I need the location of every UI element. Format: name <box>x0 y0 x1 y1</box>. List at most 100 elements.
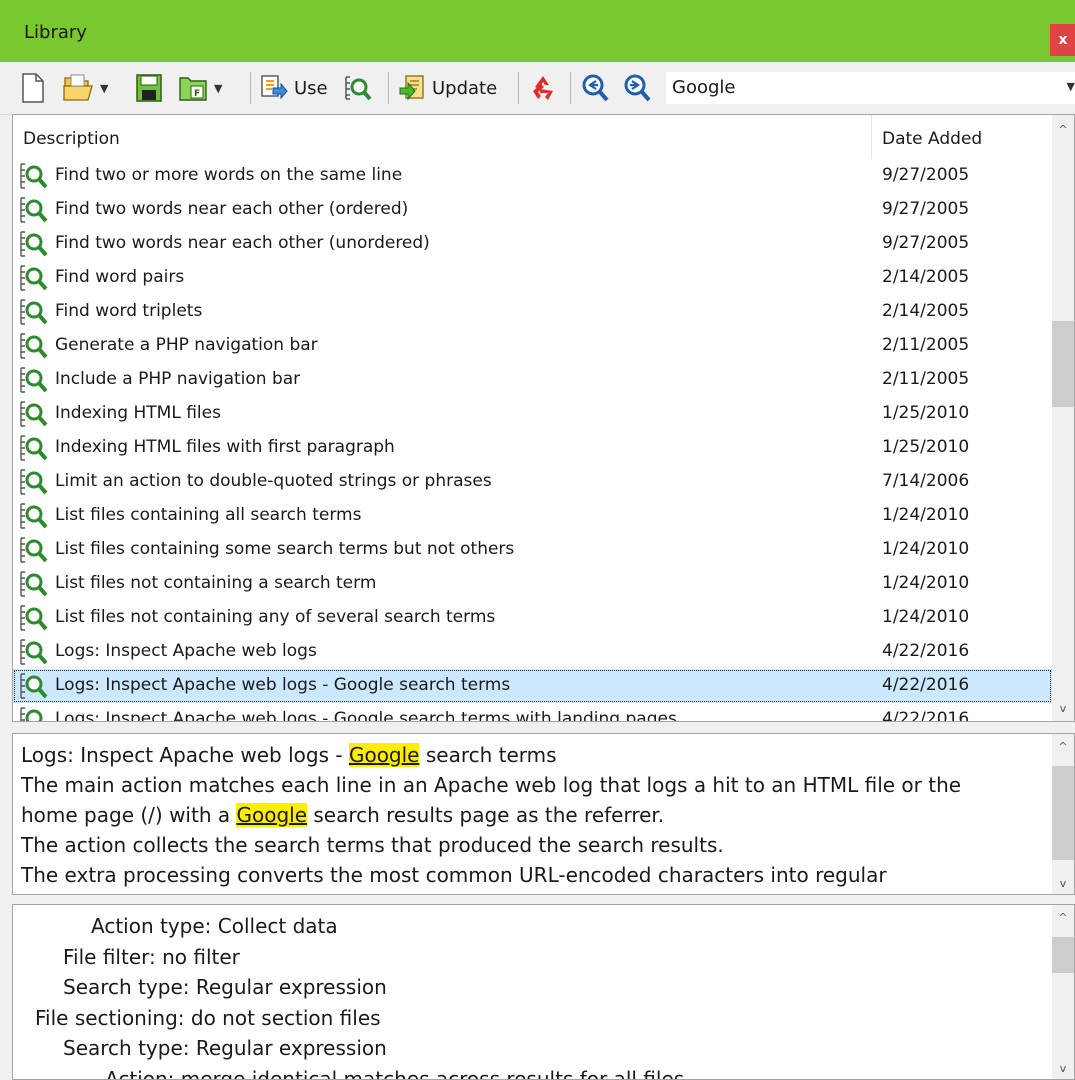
table-row[interactable]: List files not containing a search term 1… <box>13 567 1052 601</box>
scroll-down-icon[interactable]: v <box>1052 1062 1074 1075</box>
description-scroll-thumb[interactable] <box>1052 766 1074 860</box>
table-row[interactable]: Find word pairs 2/14/2005 <box>13 261 1052 295</box>
row-date-added: 2/11/2005 <box>882 369 970 389</box>
table-row[interactable]: Find word triplets 2/14/2005 <box>13 295 1052 329</box>
row-date-added: 9/27/2005 <box>882 165 970 185</box>
details-scrollbar[interactable]: ^ v <box>1052 905 1074 1079</box>
search-library-button[interactable] <box>344 72 372 104</box>
search-action-icon <box>19 604 49 636</box>
list-header: Description Date Added <box>13 115 1052 159</box>
save-filtered-dropdown-icon[interactable]: ▼ <box>214 82 222 95</box>
description-scrollbar[interactable]: ^ v <box>1052 734 1074 894</box>
search-action-icon <box>19 434 49 466</box>
search-dropdown-icon[interactable]: ▼ <box>1067 80 1075 93</box>
list-scrollbar[interactable]: ^ v <box>1052 115 1074 721</box>
details-text: Action type: Collect data File filter: n… <box>13 911 1044 1080</box>
table-row-selected[interactable]: Logs: Inspect Apache web logs - Google s… <box>13 669 1052 703</box>
table-row[interactable]: Include a PHP navigation bar 2/11/2005 <box>13 363 1052 397</box>
table-row[interactable]: Find two or more words on the same line 9… <box>13 159 1052 193</box>
row-description: List files containing all search terms <box>55 505 362 525</box>
recycle-icon <box>528 73 558 103</box>
toolbar-separator <box>518 72 519 104</box>
toolbar-separator <box>388 72 389 104</box>
save-filtered-icon: F <box>178 74 210 102</box>
search-action-icon <box>19 502 49 534</box>
search-action-icon <box>19 400 49 432</box>
detail-line: File sectioning: do not section files <box>35 1005 381 1030</box>
toolbar-separator <box>250 72 251 104</box>
detail-line: Search type: Regular expression <box>63 975 387 999</box>
search-action-icon <box>19 264 49 296</box>
details-scroll-thumb[interactable] <box>1052 937 1074 973</box>
row-date-added: 9/27/2005 <box>882 233 970 253</box>
search-input-value: Google <box>672 77 736 98</box>
row-description: Logs: Inspect Apache web logs - Google s… <box>55 709 677 722</box>
list-scroll-thumb[interactable] <box>1052 321 1074 407</box>
new-button[interactable] <box>22 72 44 104</box>
description-line: home page (/) with a Google search resul… <box>21 803 665 827</box>
row-description: Find two or more words on the same line <box>55 165 403 185</box>
save-button[interactable] <box>136 72 162 104</box>
search-action-icon <box>19 468 49 500</box>
scroll-up-icon[interactable]: ^ <box>1052 911 1074 924</box>
column-header-description[interactable]: Description <box>23 129 120 149</box>
row-date-added: 1/24/2010 <box>882 573 970 593</box>
search-input[interactable]: Google ▼ <box>666 72 1075 104</box>
row-description: List files containing some search terms … <box>55 539 515 559</box>
detail-line: Action: merge identical matches across r… <box>105 1066 685 1080</box>
search-action-icon <box>19 366 49 398</box>
search-action-icon <box>19 672 49 704</box>
table-row[interactable]: List files containing some search terms … <box>13 533 1052 567</box>
description-pane: Logs: Inspect Apache web logs - Google s… <box>12 733 1075 895</box>
recycle-button[interactable] <box>528 72 558 104</box>
column-divider[interactable] <box>871 115 872 159</box>
search-highlight: Google <box>236 803 307 827</box>
use-action-icon <box>260 74 288 102</box>
table-row[interactable]: Logs: Inspect Apache web logs - Google s… <box>13 703 1052 722</box>
toolbar: ▼ F ▼ Use Update Google ▼ <box>0 62 1075 115</box>
description-line: The extra processing converts the most c… <box>21 863 887 887</box>
previous-match-button[interactable] <box>580 72 610 104</box>
open-button[interactable]: ▼ <box>62 72 108 104</box>
search-action-icon <box>19 332 49 364</box>
table-row[interactable]: Find two words near each other (unordere… <box>13 227 1052 261</box>
use-button[interactable]: Use <box>260 72 328 104</box>
row-description: Find word pairs <box>55 267 185 287</box>
next-match-button[interactable] <box>622 72 652 104</box>
table-row[interactable]: Indexing HTML files 1/25/2010 <box>13 397 1052 431</box>
scroll-up-icon[interactable]: ^ <box>1052 740 1074 753</box>
previous-match-icon <box>580 73 610 103</box>
search-action-icon <box>19 196 49 228</box>
row-date-added: 2/11/2005 <box>882 335 970 355</box>
column-header-date-added[interactable]: Date Added <box>882 129 982 149</box>
table-row[interactable]: List files containing all search terms 1/… <box>13 499 1052 533</box>
table-row[interactable]: Logs: Inspect Apache web logs 4/22/2016 <box>13 635 1052 669</box>
close-button[interactable]: x <box>1050 24 1075 56</box>
table-row[interactable]: Indexing HTML files with first paragraph… <box>13 431 1052 465</box>
row-date-added: 1/24/2010 <box>882 539 970 559</box>
row-date-added: 7/14/2006 <box>882 471 970 491</box>
row-description: Find two words near each other (unordere… <box>55 233 430 253</box>
table-row[interactable]: List files not containing any of several… <box>13 601 1052 635</box>
row-date-added: 1/25/2010 <box>882 403 970 423</box>
save-filtered-button[interactable]: F ▼ <box>178 72 222 104</box>
scroll-up-icon[interactable]: ^ <box>1052 123 1074 136</box>
save-icon <box>136 74 162 102</box>
scroll-down-icon[interactable]: v <box>1052 877 1074 890</box>
search-action-icon <box>19 536 49 568</box>
open-dropdown-icon[interactable]: ▼ <box>100 82 108 95</box>
table-row[interactable]: Generate a PHP navigation bar 2/11/2005 <box>13 329 1052 363</box>
scroll-down-icon[interactable]: v <box>1052 702 1074 715</box>
row-date-added: 1/24/2010 <box>882 607 970 627</box>
open-folder-icon <box>62 74 96 102</box>
table-row[interactable]: Limit an action to double-quoted strings… <box>13 465 1052 499</box>
row-description: List files not containing any of several… <box>55 607 496 627</box>
row-description: Indexing HTML files with first paragraph <box>55 437 395 457</box>
row-date-added: 2/14/2005 <box>882 301 970 321</box>
next-match-icon <box>622 73 652 103</box>
row-date-added: 4/22/2016 <box>882 641 970 661</box>
table-row[interactable]: Find two words near each other (ordered)… <box>13 193 1052 227</box>
update-button[interactable]: Update <box>398 72 497 104</box>
row-description: Logs: Inspect Apache web logs - Google s… <box>55 675 511 695</box>
row-description: Limit an action to double-quoted strings… <box>55 471 492 491</box>
